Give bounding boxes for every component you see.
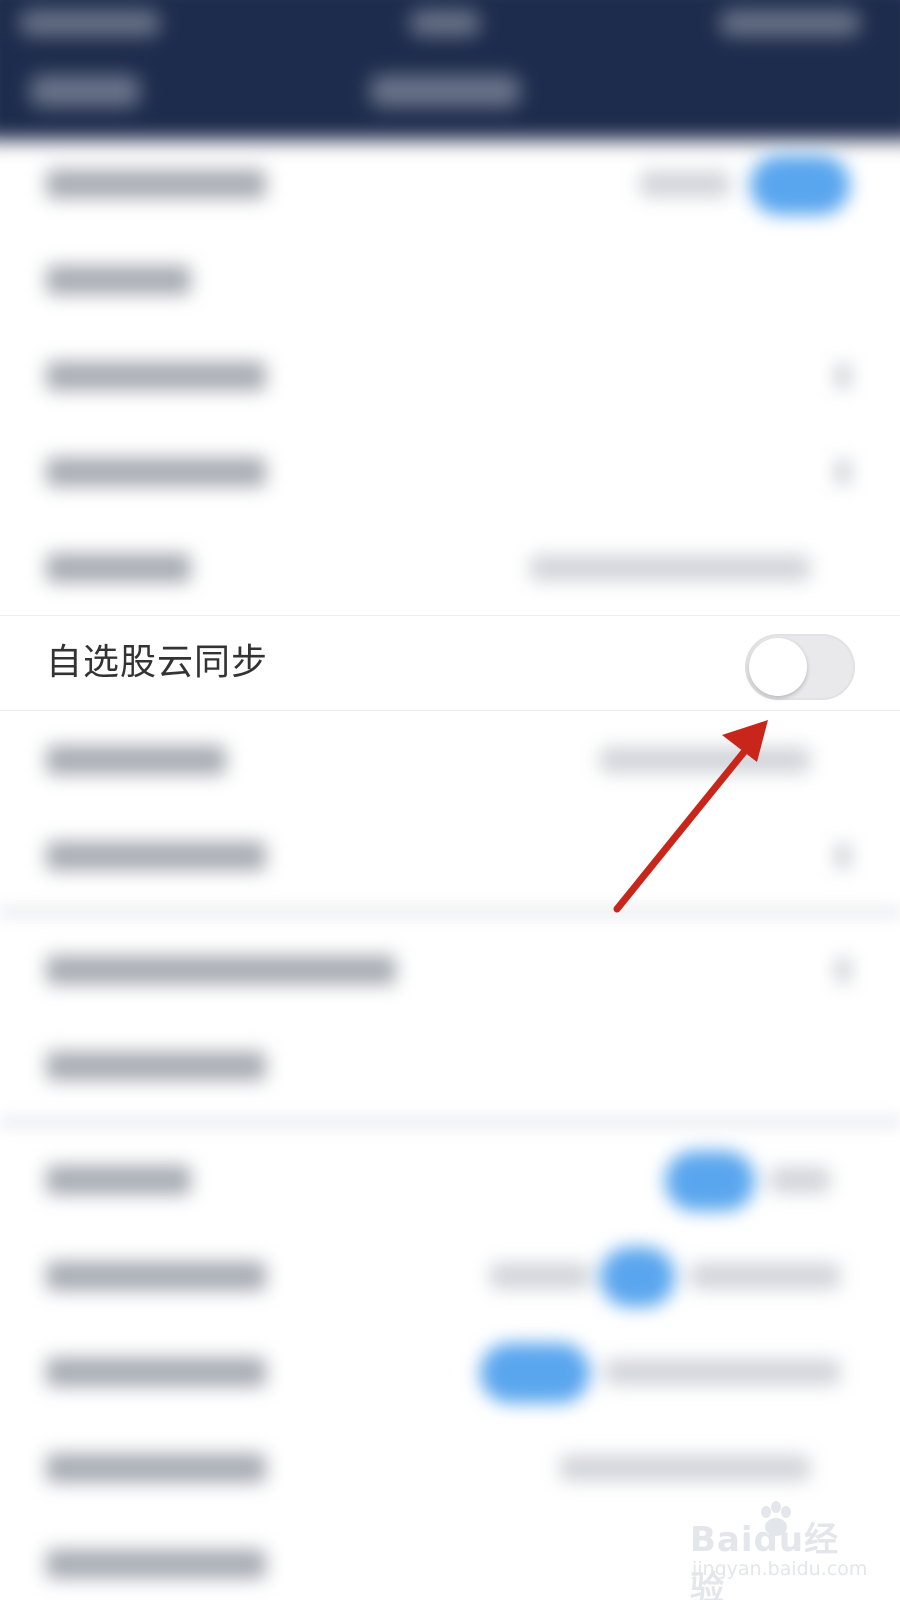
- back-button[interactable]: [30, 75, 140, 107]
- blue-button[interactable]: [750, 155, 850, 215]
- top-navigation-bar: [0, 0, 900, 140]
- blue-button[interactable]: [665, 1151, 755, 1211]
- settings-row[interactable]: [0, 1131, 900, 1227]
- settings-row[interactable]: [0, 807, 900, 903]
- settings-row[interactable]: [0, 231, 900, 327]
- blue-button[interactable]: [480, 1343, 590, 1403]
- watermark-brand: Baidu经验: [690, 1520, 840, 1600]
- settings-row[interactable]: [0, 1017, 900, 1113]
- status-bar-battery: [720, 10, 860, 36]
- settings-row[interactable]: [0, 135, 900, 231]
- page-title: [370, 75, 520, 107]
- settings-row[interactable]: [0, 423, 900, 519]
- settings-row[interactable]: [0, 921, 900, 1017]
- settings-row[interactable]: [0, 519, 900, 615]
- watermark-site: jingyan.baidu.com: [692, 1558, 868, 1580]
- settings-list: 自选股云同步: [0, 135, 900, 1600]
- section-divider: [0, 1113, 900, 1131]
- toggle-knob: [749, 638, 807, 696]
- cloud-sync-row[interactable]: 自选股云同步: [0, 615, 900, 711]
- settings-screen: 自选股云同步 Baidu经验 jingyan.baidu.com: [0, 0, 900, 1600]
- blue-button[interactable]: [600, 1247, 675, 1307]
- status-bar-center: [410, 10, 480, 36]
- baidu-jingyan-watermark: Baidu经验 jingyan.baidu.com: [690, 1500, 867, 1600]
- cloud-sync-label: 自选股云同步: [46, 642, 269, 683]
- settings-row[interactable]: [0, 1227, 900, 1323]
- status-bar-time: [20, 10, 160, 36]
- section-divider: [0, 903, 900, 921]
- settings-row[interactable]: [0, 1323, 900, 1419]
- settings-row[interactable]: [0, 711, 900, 807]
- cloud-sync-toggle[interactable]: [745, 634, 855, 700]
- settings-row[interactable]: [0, 327, 900, 423]
